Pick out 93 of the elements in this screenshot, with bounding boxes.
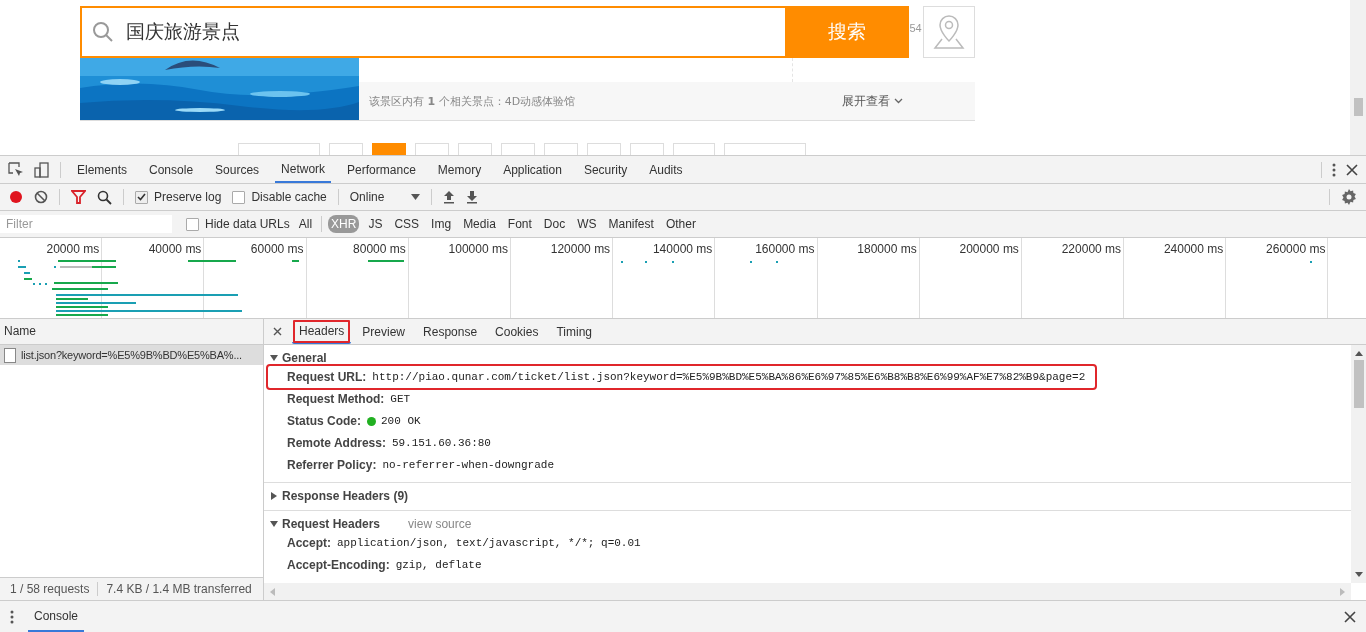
devtools-tab[interactable]: Audits bbox=[643, 156, 689, 183]
header-row-text: Referrer Policy: no-referrer-when-downgrade bbox=[286, 457, 555, 474]
resource-type-filter[interactable]: Other bbox=[662, 215, 699, 233]
hide-data-urls-checkbox[interactable]: Hide data URLs bbox=[186, 217, 290, 231]
close-icon[interactable] bbox=[1344, 610, 1356, 623]
right-arrow-icon[interactable] bbox=[1340, 587, 1345, 596]
detail-tab[interactable]: Headers bbox=[292, 319, 352, 344]
scrollbar[interactable] bbox=[264, 583, 1351, 600]
clear-icon[interactable] bbox=[34, 190, 48, 204]
time-tick-label: 180000 ms bbox=[857, 242, 917, 256]
time-tick-label: 260000 ms bbox=[1266, 242, 1326, 256]
inspect-icon[interactable] bbox=[8, 161, 24, 178]
up-arrow-icon[interactable] bbox=[1354, 351, 1363, 356]
caret-icon bbox=[894, 98, 903, 104]
search-icon bbox=[92, 21, 114, 43]
close-icon[interactable] bbox=[1346, 163, 1358, 176]
detail-tab[interactable]: Preview bbox=[355, 319, 413, 344]
filter-icon[interactable] bbox=[71, 190, 86, 204]
page-scrollbar[interactable] bbox=[1350, 0, 1366, 155]
detail-tab[interactable]: Response bbox=[416, 319, 485, 344]
devtools-tab[interactable]: Security bbox=[577, 156, 634, 183]
time-tick-label: 220000 ms bbox=[1061, 242, 1122, 256]
section-header[interactable]: Response Headers (9) bbox=[270, 489, 409, 503]
resource-type-filter[interactable]: CSS bbox=[391, 215, 423, 233]
scrollbar-thumb[interactable] bbox=[1354, 98, 1363, 116]
devtools-tab[interactable]: Elements bbox=[71, 156, 134, 183]
drawer-tab[interactable]: Console bbox=[28, 601, 85, 632]
close-icon[interactable] bbox=[273, 327, 282, 336]
expand-link[interactable]: 展开查看 bbox=[842, 92, 903, 110]
header-row-text: Remote Address: 59.151.60.36:80 bbox=[286, 435, 492, 452]
device-icon[interactable] bbox=[34, 161, 50, 178]
resource-type-filter[interactable]: WS bbox=[574, 215, 600, 233]
side-text: 54 bbox=[909, 22, 923, 34]
triangle-icon bbox=[270, 492, 278, 500]
time-tick-label: 100000 ms bbox=[448, 242, 508, 256]
settings-icon[interactable] bbox=[1341, 189, 1357, 205]
resource-type-filter[interactable]: Font bbox=[504, 215, 535, 233]
scrollbar[interactable] bbox=[1351, 345, 1366, 583]
down-arrow-icon[interactable] bbox=[1354, 572, 1363, 577]
filter-field[interactable]: Filter bbox=[0, 215, 172, 233]
request-row[interactable]: list.json?keyword=%E5%9B%BD%E5%BA%... bbox=[0, 345, 263, 365]
time-tick-label: 120000 ms bbox=[550, 242, 611, 256]
search-field[interactable]: 国庆旅游景点 bbox=[80, 6, 786, 58]
location-pin-icon bbox=[932, 13, 967, 51]
view-source-link[interactable]: view source bbox=[408, 517, 472, 531]
left-arrow-icon[interactable] bbox=[270, 587, 275, 596]
time-tick-label: 160000 ms bbox=[755, 242, 815, 256]
resource-type-filter[interactable]: Doc bbox=[540, 215, 569, 233]
column-header: Name bbox=[0, 319, 263, 345]
devtools-tab[interactable]: Console bbox=[143, 156, 200, 183]
triangle-icon bbox=[270, 520, 278, 528]
header-row-text: Accept-Encoding: gzip, deflate bbox=[286, 557, 483, 574]
more-icon[interactable] bbox=[1332, 162, 1336, 177]
throttling-dropdown[interactable]: Online bbox=[349, 190, 420, 204]
resource-type-filter[interactable]: Manifest bbox=[605, 215, 657, 233]
section-header[interactable]: General bbox=[270, 351, 327, 365]
devtools-tab[interactable]: Sources bbox=[209, 156, 266, 183]
disable-cache-checkbox[interactable]: Disable cache bbox=[232, 190, 327, 204]
devtools-tab[interactable]: Performance bbox=[341, 156, 422, 183]
time-tick-label: 80000 ms bbox=[353, 242, 406, 256]
import-icon[interactable] bbox=[442, 190, 455, 204]
check-icon bbox=[137, 193, 146, 201]
resource-type-filter[interactable]: Img bbox=[428, 215, 455, 233]
header-row-text: Request Method: GET bbox=[286, 391, 412, 408]
devtools-tab[interactable]: Memory bbox=[431, 156, 488, 183]
resource-type-filter[interactable]: Media bbox=[460, 215, 499, 233]
header-row: Request URL: http://piao.qunar.com/ticket/list.json?keyword=%E5%9B%BD%E5%BA%86%E6%97%85%E6%B8%B8%E6%99%AF%E7%82%B9&page=2 bbox=[268, 366, 1096, 388]
section-header[interactable]: Request Headers bbox=[270, 517, 381, 531]
header-row-text: Accept: application/json, text/javascript, */*; q=0.01 bbox=[286, 535, 642, 552]
time-tick-label: 20000 ms bbox=[46, 242, 100, 256]
related-spots-text: 该景区内有 1 个相关景点：4D动感体验馆 bbox=[369, 93, 577, 109]
preserve-log-checkbox[interactable]: Preserve log bbox=[135, 190, 222, 204]
summary-text: 7.4 KB / 1.4 MB transferred bbox=[97, 582, 252, 596]
resource-type-filter[interactable]: JS bbox=[365, 215, 386, 233]
time-tick-label: 240000 ms bbox=[1163, 242, 1224, 256]
search-icon[interactable] bbox=[97, 189, 112, 205]
time-tick-label: 40000 ms bbox=[148, 242, 202, 256]
header-row-text: Status Code: 200 OK bbox=[286, 413, 422, 430]
scrollbar-thumb[interactable] bbox=[1353, 360, 1364, 408]
location-button[interactable] bbox=[923, 6, 975, 58]
summary-text: 1 / 58 requests bbox=[10, 582, 90, 596]
more-icon[interactable] bbox=[10, 609, 14, 624]
export-icon[interactable] bbox=[465, 190, 478, 204]
time-tick-label: 60000 ms bbox=[250, 242, 304, 256]
time-tick-label: 200000 ms bbox=[959, 242, 1019, 256]
record-icon[interactable] bbox=[9, 190, 23, 204]
devtools-tab[interactable]: Application bbox=[497, 156, 568, 183]
triangle-icon bbox=[270, 354, 278, 362]
detail-tab[interactable]: Cookies bbox=[488, 319, 546, 344]
time-tick-label: 140000 ms bbox=[652, 242, 713, 256]
resource-type-filter[interactable]: All bbox=[295, 215, 316, 233]
detail-tab[interactable]: Timing bbox=[549, 319, 599, 344]
caret-icon bbox=[410, 194, 420, 200]
